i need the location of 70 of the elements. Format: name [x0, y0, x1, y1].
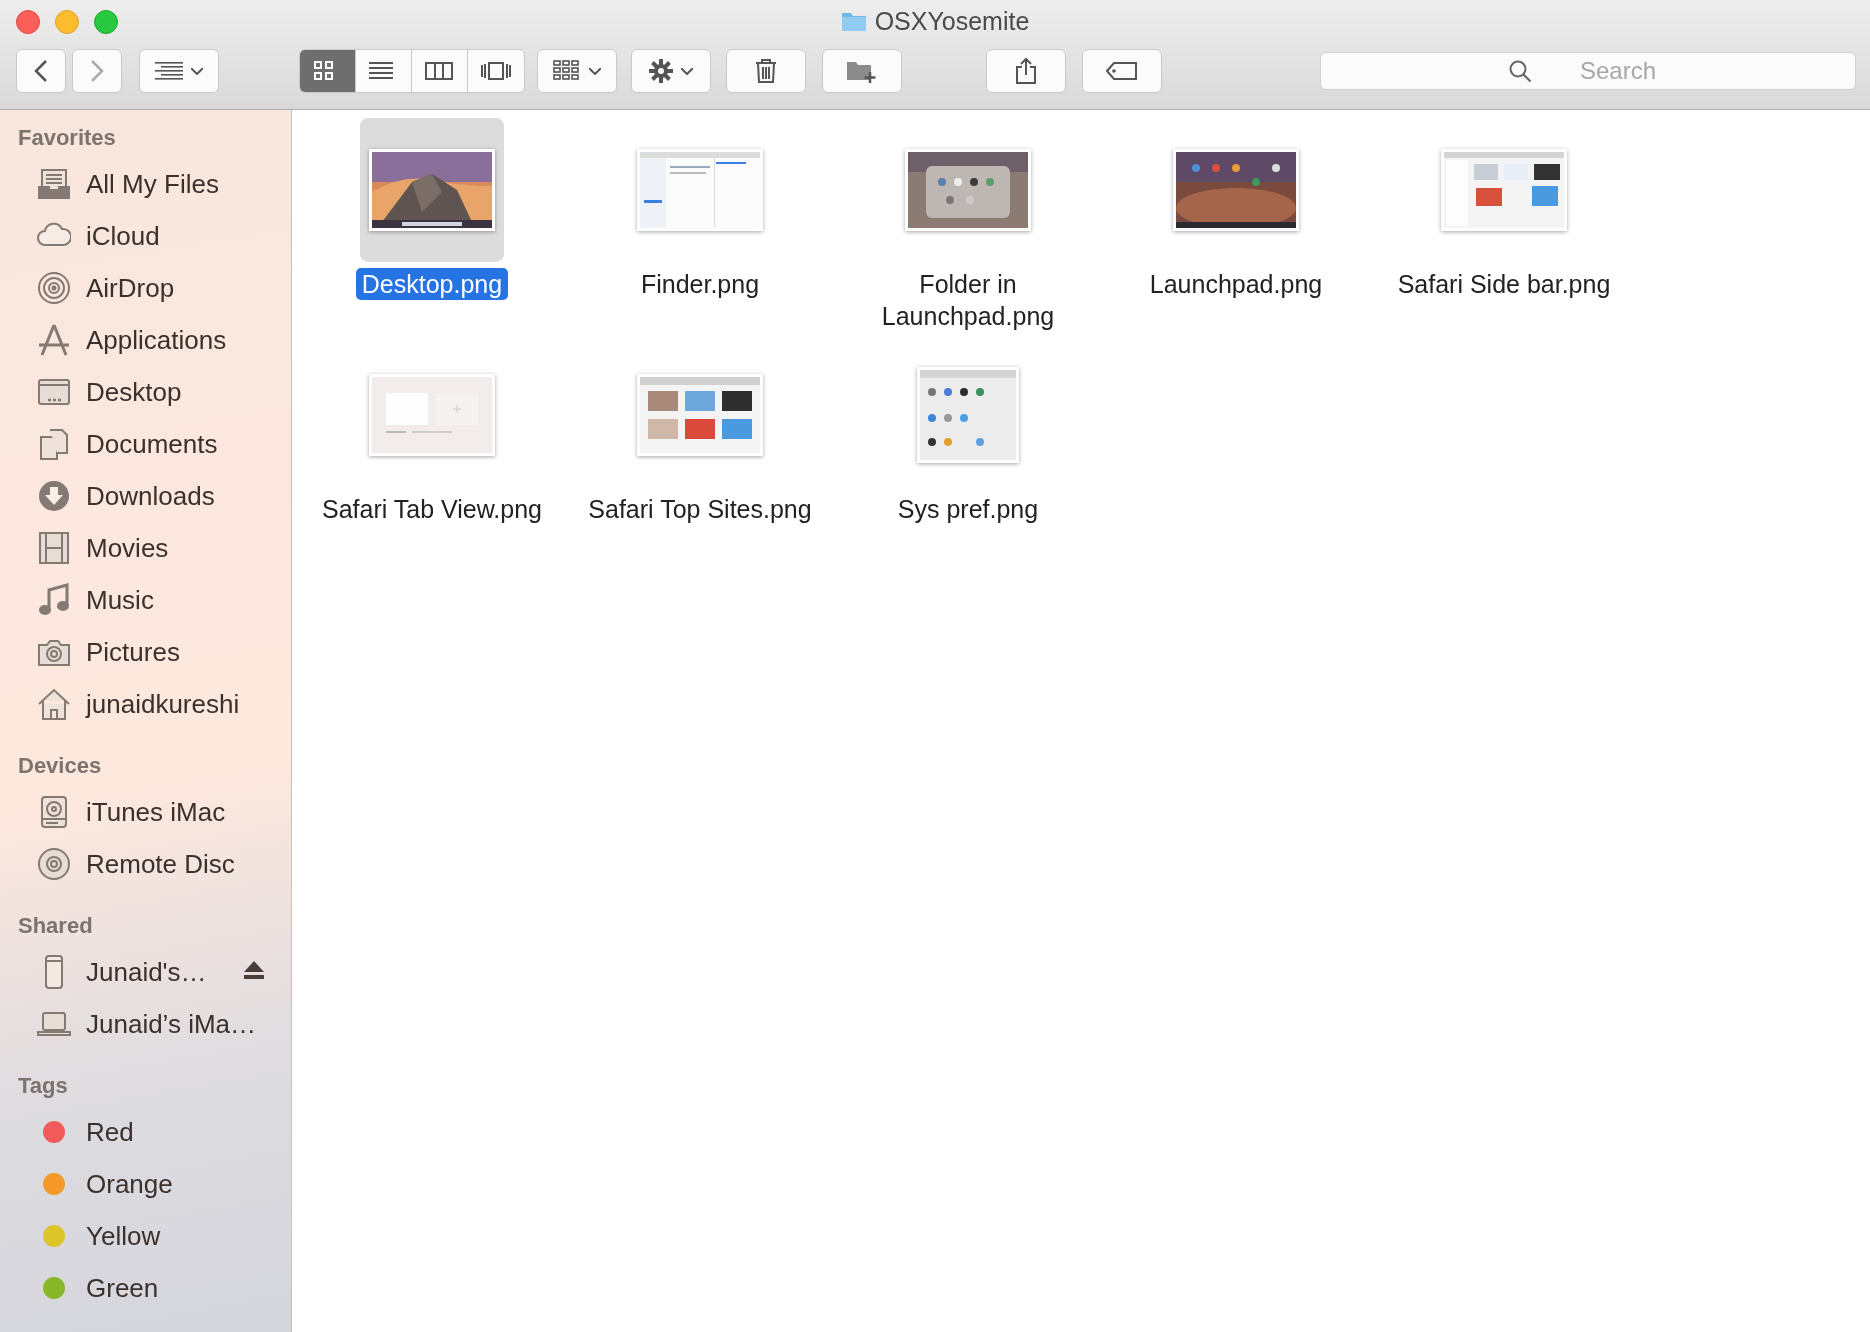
file-name[interactable]: Desktop.png [355, 268, 509, 300]
section-heading: Devices [18, 753, 102, 779]
sidebar-item[interactable]: Red [0, 1106, 291, 1158]
folder-icon [840, 10, 867, 32]
sidebar-item[interactable]: iTunes iMac [0, 786, 291, 838]
sidebar-item[interactable]: Green [0, 1262, 291, 1314]
sidebar-item[interactable]: Junaid’s iMa… [0, 998, 291, 1050]
sidebar-item[interactable]: Junaid's… [0, 946, 291, 998]
search-field[interactable]: Search [1320, 52, 1856, 90]
file-name[interactable]: Safari Top Sites.png [582, 493, 818, 525]
chevron-right-icon [90, 59, 104, 83]
sidebar-item[interactable]: Downloads [0, 470, 291, 522]
download-icon [37, 479, 71, 513]
view-button[interactable] [468, 50, 524, 92]
airdrop-icon [37, 271, 71, 305]
trash-icon [755, 58, 777, 84]
action-button[interactable] [631, 49, 711, 93]
list-icon [155, 61, 183, 81]
chevron-left-icon [34, 59, 48, 83]
sidebar-item[interactable]: Desktop [0, 366, 291, 418]
inbox-icon [37, 167, 71, 201]
file-name[interactable]: Safari Side bar.png [1391, 268, 1617, 300]
file-name[interactable]: Sys pref.png [891, 493, 1045, 525]
sidebar-item[interactable]: AirDrop [0, 262, 291, 314]
sidebar-item[interactable]: Movies [0, 522, 291, 574]
view-button[interactable] [356, 50, 412, 92]
sidebar-item[interactable]: junaidkureshi [0, 678, 291, 730]
sidebar-item[interactable]: Music [0, 574, 291, 626]
new-folder-button[interactable] [822, 49, 902, 93]
section-heading: Favorites [18, 125, 116, 151]
settings-icon [649, 59, 673, 83]
film-icon [37, 531, 71, 565]
file-name[interactable]: Folder in Launchpad.png [837, 268, 1099, 332]
view-button[interactable] [412, 50, 468, 92]
share-button[interactable] [986, 49, 1066, 93]
sidebar-item[interactable]: Orange [0, 1158, 291, 1210]
group-button[interactable] [537, 49, 617, 93]
sidebar-item[interactable]: Documents [0, 418, 291, 470]
view-button[interactable] [300, 50, 356, 92]
caret-icon [191, 67, 203, 75]
section-heading: Shared [18, 913, 93, 939]
trash-button[interactable] [726, 49, 806, 93]
columns-icon [424, 60, 455, 82]
file-name[interactable]: Finder.png [634, 268, 766, 300]
back-button[interactable] [16, 49, 66, 93]
sidebar-item[interactable]: Applications [0, 314, 291, 366]
documents-icon [37, 427, 71, 461]
caret-icon [681, 67, 693, 75]
window-title: OSXYosemite [874, 6, 1030, 36]
file-name[interactable]: Launchpad.png [1143, 268, 1329, 300]
tag-icon [1106, 62, 1138, 80]
sidebar-item[interactable]: Pictures [0, 626, 291, 678]
app-store-icon [37, 323, 71, 357]
sidebar-item[interactable]: iCloud [0, 210, 291, 262]
sidebar-item[interactable]: All My Files [0, 158, 291, 210]
close-button[interactable] [16, 10, 40, 34]
share-icon [1015, 57, 1037, 85]
grid-icon [553, 60, 581, 82]
sidebar-item[interactable]: Remote Disc [0, 838, 291, 890]
tag-button[interactable] [1082, 49, 1162, 93]
search-icon [1508, 59, 1532, 83]
disc-icon [37, 847, 71, 881]
home-icon [37, 687, 71, 721]
section-heading: Tags [18, 1073, 68, 1099]
caret-icon [589, 67, 601, 75]
file-name[interactable]: Safari Tab View.png [315, 493, 549, 525]
arrange-button[interactable] [139, 49, 219, 93]
sidebar-item[interactable]: Yellow [0, 1210, 291, 1262]
cover-flow-icon [481, 60, 511, 82]
music-note-icon [37, 583, 71, 617]
